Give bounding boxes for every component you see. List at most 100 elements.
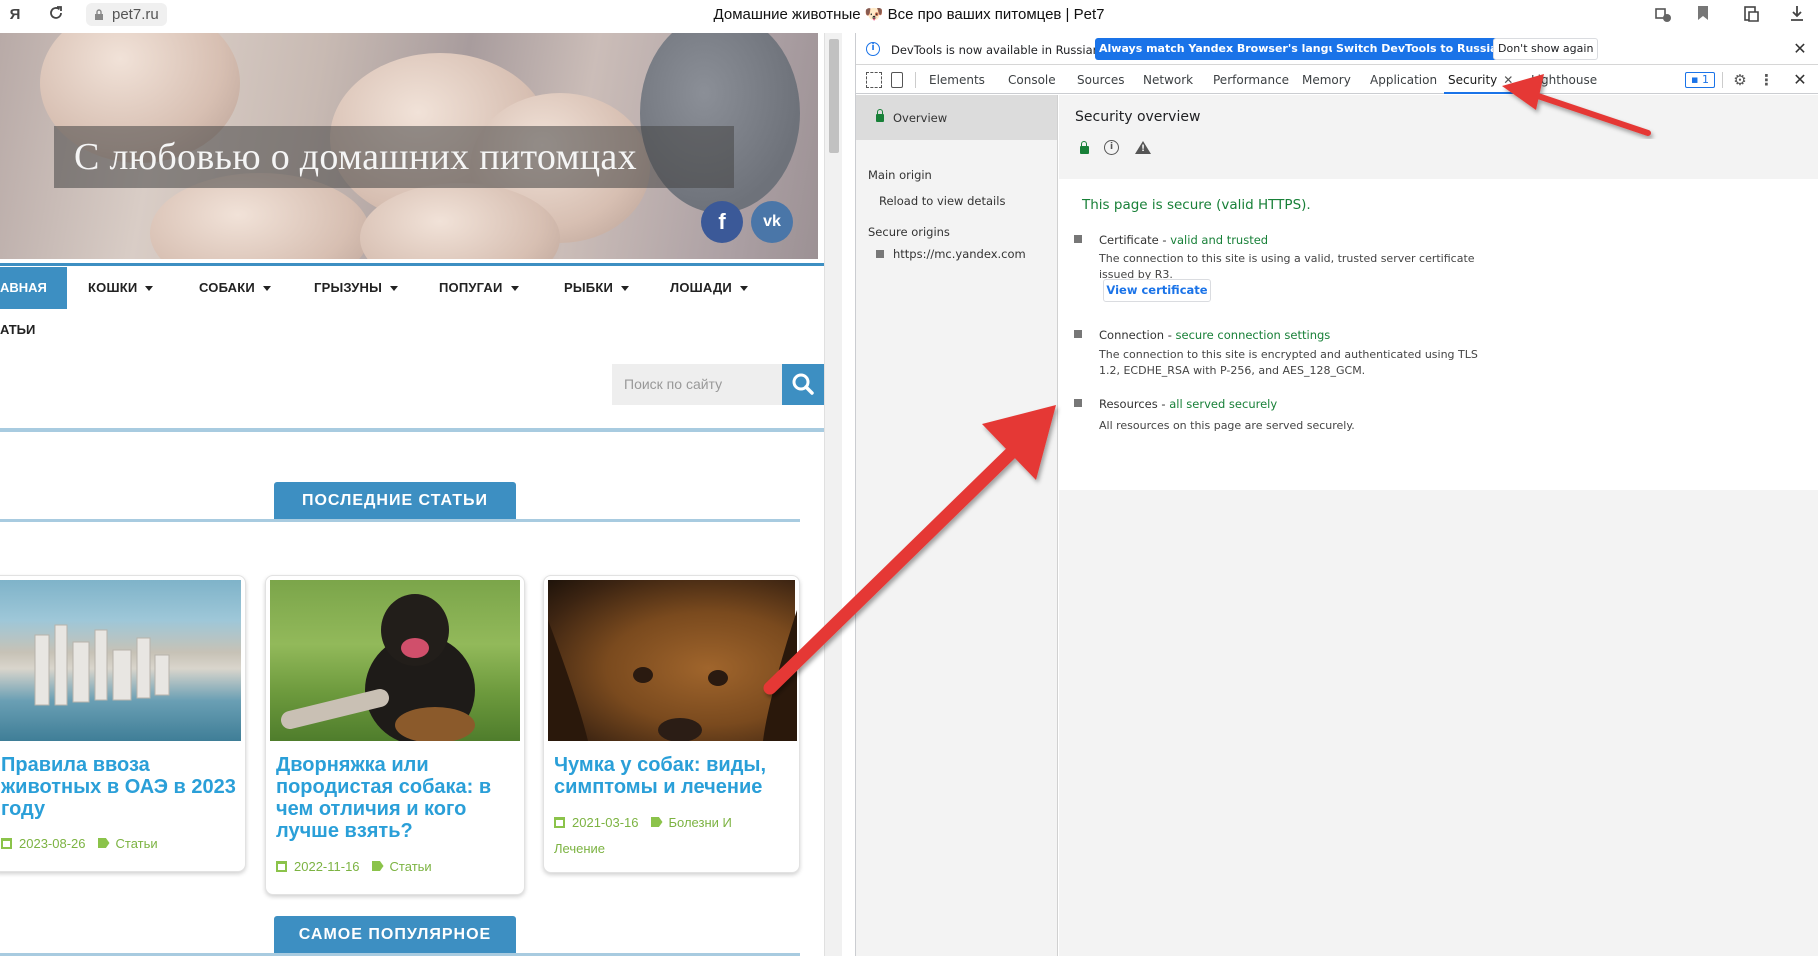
infobar-text: DevTools is now available in Russian! xyxy=(891,43,1105,57)
scrollbar-thumb[interactable] xyxy=(829,39,839,153)
article-title[interactable]: Чумка у собак: виды, симптомы и лечение xyxy=(554,754,791,798)
nav-item-rodents[interactable]: ГРЫЗУНЫ xyxy=(314,267,399,309)
connection-heading: Connection - secure connection settings xyxy=(1099,328,1331,342)
vk-icon[interactable]: vk xyxy=(751,201,793,243)
resources-status-icon xyxy=(1074,399,1082,407)
devtools-panel: i DevTools is now available in Russian! … xyxy=(855,33,1818,956)
devtools-tabbar: Elements Console Sources Network Perform… xyxy=(856,66,1818,94)
section-title-latest: ПОСЛЕДНИЕ СТАТЬИ xyxy=(274,482,516,520)
article-card[interactable]: Правила ввоза животных в ОАЭ в 2023 году… xyxy=(0,575,246,872)
connection-description: The connection to this site is encrypted… xyxy=(1099,348,1478,377)
inspect-element-icon[interactable] xyxy=(866,72,882,88)
article-category[interactable]: Статьи xyxy=(390,859,432,874)
browser-toolbar: Я pet7.ru Домашние животные 🐶 Все про ва… xyxy=(0,0,1818,32)
search-icon xyxy=(792,373,814,395)
content-divider xyxy=(0,428,824,432)
hero-caption-text: С любовью о домашних питомцах xyxy=(74,136,637,178)
article-title[interactable]: Правила ввоза животных в ОАЭ в 2023 году xyxy=(1,754,237,820)
security-sidebar: Overview Main origin Reload to view deta… xyxy=(856,95,1058,956)
nav-item-parrots[interactable]: ПОПУГАИ xyxy=(439,267,519,309)
match-language-button[interactable]: Always match Yandex Browser's language xyxy=(1095,38,1364,60)
download-icon[interactable] xyxy=(1786,4,1808,26)
section-rule xyxy=(0,519,800,522)
overview-title: Security overview xyxy=(1075,109,1201,125)
caret-down-icon xyxy=(390,286,399,292)
view-certificate-button[interactable]: View certificate xyxy=(1103,279,1211,302)
nav-top-rule xyxy=(0,263,824,266)
info-icon: i xyxy=(866,42,880,56)
search-button[interactable] xyxy=(782,364,824,405)
article-image-dubai[interactable] xyxy=(0,580,241,741)
tab-security[interactable]: Security ✕ xyxy=(1444,66,1518,94)
tag-icon xyxy=(371,861,384,871)
tab-performance[interactable]: Performance xyxy=(1213,66,1289,94)
article-title[interactable]: Дворняжка или породистая собака: в чем о… xyxy=(276,754,516,842)
close-icon[interactable]: ✕ xyxy=(1792,41,1808,57)
connection-status-icon xyxy=(1074,330,1082,338)
lock-icon xyxy=(876,109,884,122)
sidebar-item-overview[interactable]: Overview xyxy=(856,95,1057,140)
extensions-icon[interactable] xyxy=(1652,4,1674,26)
dont-show-again-button[interactable]: Don't show again xyxy=(1493,38,1599,60)
sidebar-heading-secure-origins: Secure origins xyxy=(868,225,950,239)
collections-icon[interactable] xyxy=(1740,4,1762,26)
close-tab-icon[interactable]: ✕ xyxy=(1503,73,1513,87)
devtools-infobar: i DevTools is now available in Russian! … xyxy=(856,33,1818,65)
article-meta: 2021-03-16 Болезни И Лечение xyxy=(554,815,732,856)
nav-item-horses[interactable]: ЛОШАДИ xyxy=(670,267,748,309)
secure-summary: This page is secure (valid HTTPS). xyxy=(1082,197,1311,213)
tab-memory[interactable]: Memory xyxy=(1302,66,1351,94)
issues-badge[interactable]: ▪ 1 xyxy=(1685,72,1715,88)
bookmark-icon[interactable] xyxy=(1692,4,1714,26)
switch-to-russian-button[interactable]: Switch DevTools to Russian xyxy=(1332,38,1510,60)
article-image-beagle[interactable] xyxy=(548,580,797,742)
article-card[interactable]: Дворняжка или породистая собака: в чем о… xyxy=(265,575,525,895)
resources-heading: Resources - all served securely xyxy=(1099,397,1278,411)
article-category[interactable]: Статьи xyxy=(116,836,158,851)
certificate-status-icon xyxy=(1074,235,1082,243)
site-search-input[interactable]: Поиск по сайту xyxy=(612,364,782,405)
nav-item-home[interactable]: АВНАЯ xyxy=(0,267,67,309)
nav-item-articles[interactable]: АТЬИ xyxy=(0,322,35,337)
hero-caption: С любовью о домашних питомцах xyxy=(54,126,734,188)
tab-elements[interactable]: Elements xyxy=(929,66,985,94)
caret-down-icon xyxy=(621,286,630,292)
article-meta: 2022-11-16 Статьи xyxy=(276,854,432,880)
article-card[interactable]: Чумка у собак: виды, симптомы и лечение … xyxy=(543,575,800,873)
certificate-heading: Certificate - valid and trusted xyxy=(1099,233,1269,247)
issues-icon: ▪ xyxy=(1691,73,1699,86)
warning-icon xyxy=(1135,141,1151,154)
security-overview: Security overview i This page is secure … xyxy=(1059,95,1818,956)
nav-item-dogs[interactable]: СОБАКИ xyxy=(199,267,271,309)
article-image-dog[interactable] xyxy=(270,580,520,745)
caret-down-icon xyxy=(262,286,271,292)
calendar-icon xyxy=(1,838,12,849)
tag-icon xyxy=(97,838,110,848)
site-scrollbar[interactable] xyxy=(824,33,842,956)
calendar-icon xyxy=(276,861,287,872)
sidebar-overview-label: Overview xyxy=(893,111,948,125)
tab-application[interactable]: Application xyxy=(1370,66,1437,94)
tab-network[interactable]: Network xyxy=(1143,66,1193,94)
caret-down-icon xyxy=(145,286,154,292)
resources-description: All resources on this page are served se… xyxy=(1099,419,1355,432)
tab-console[interactable]: Console xyxy=(1008,66,1056,94)
secure-lock-icon xyxy=(1080,141,1089,154)
settings-gear-icon[interactable]: ⚙ xyxy=(1732,72,1748,88)
sidebar-item-origin[interactable]: https://mc.yandex.com xyxy=(893,247,1026,261)
sidebar-item-reload[interactable]: Reload to view details xyxy=(879,194,1005,208)
origin-status-icon xyxy=(876,250,884,258)
nav-item-cats[interactable]: КОШКИ xyxy=(88,267,154,309)
nav-item-fish[interactable]: РЫБКИ xyxy=(564,267,630,309)
website-viewport: С любовью о домашних питомцах f vk АВНАЯ… xyxy=(0,33,824,956)
caret-down-icon xyxy=(510,286,519,292)
overview-header: Security overview i xyxy=(1059,95,1818,179)
tab-sources[interactable]: Sources xyxy=(1077,66,1124,94)
device-toolbar-icon[interactable] xyxy=(891,72,903,88)
calendar-icon xyxy=(554,817,565,828)
sidebar-heading-main-origin: Main origin xyxy=(868,168,932,182)
close-devtools-icon[interactable]: ✕ xyxy=(1792,72,1808,88)
facebook-icon[interactable]: f xyxy=(701,201,743,243)
tab-lighthouse[interactable]: Lighthouse xyxy=(1531,66,1597,94)
more-options-icon[interactable]: ⋮ xyxy=(1759,72,1774,88)
